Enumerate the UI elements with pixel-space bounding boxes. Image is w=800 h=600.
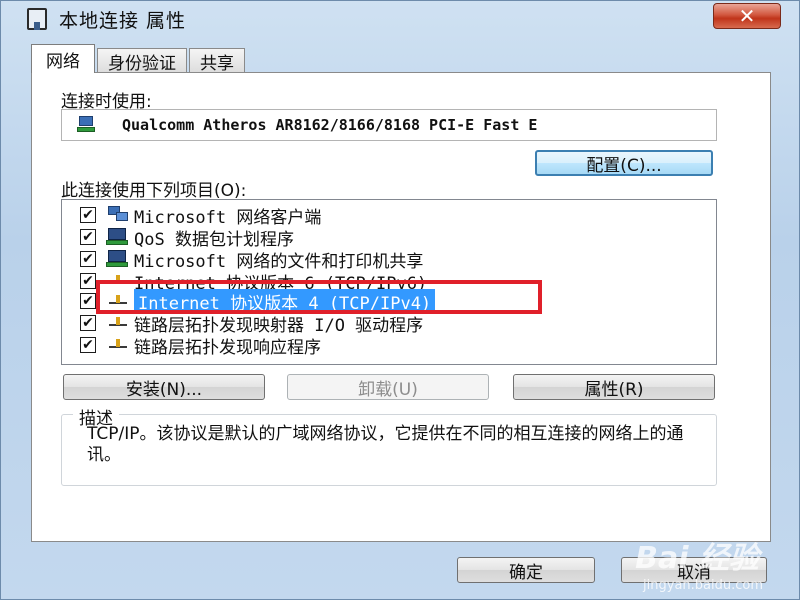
items-label: 此连接使用下列项目(O): <box>61 181 247 201</box>
list-item[interactable]: ✔ Microsoft 网络客户端 <box>62 204 716 228</box>
list-item[interactable]: ✔ 链路层拓扑发现响应程序 <box>62 334 716 358</box>
title-bar: 本地连接 属性 ✕ <box>1 1 800 37</box>
tab-sharing[interactable]: 共享 <box>189 48 245 74</box>
list-item[interactable]: ✔ Microsoft 网络的文件和打印机共享 <box>62 248 716 272</box>
file-printer-sharing-icon <box>106 250 130 268</box>
item-checkbox[interactable]: ✔ <box>80 293 96 309</box>
item-checkbox[interactable]: ✔ <box>80 315 96 331</box>
ok-button[interactable]: 确定 <box>457 557 595 583</box>
tab-network[interactable]: 网络 <box>31 44 95 73</box>
adapter-name: Qualcomm Atheros AR8162/8166/8168 PCI-E … <box>122 116 538 134</box>
item-checkbox[interactable]: ✔ <box>80 337 96 353</box>
window-title: 本地连接 属性 <box>59 9 187 32</box>
tab-authentication[interactable]: 身份验证 <box>97 48 187 74</box>
annotation-highlight-box <box>96 280 542 314</box>
adapter-field: Qualcomm Atheros AR8162/8166/8168 PCI-E … <box>61 109 717 141</box>
item-checkbox[interactable]: ✔ <box>80 229 96 245</box>
tab-strip: 网络 身份验证 共享 <box>31 44 247 74</box>
properties-dialog: 本地连接 属性 ✕ 网络 身份验证 共享 连接时使用: Qualcomm Ath… <box>0 0 800 600</box>
item-checkbox[interactable]: ✔ <box>80 251 96 267</box>
list-item[interactable]: ✔ QoS 数据包计划程序 <box>62 226 716 250</box>
watermark-url: jingyan.baidu.com <box>643 578 763 593</box>
configure-button[interactable]: 配置(C)... <box>535 150 713 176</box>
network-adapter-icon <box>76 115 96 135</box>
watermark-logo: Bai 经验 <box>635 541 759 576</box>
protocol-icon <box>106 314 130 332</box>
close-button[interactable]: ✕ <box>713 3 781 29</box>
network-client-icon <box>106 206 130 224</box>
close-icon: ✕ <box>738 4 756 28</box>
list-item[interactable]: ✔ 链路层拓扑发现映射器 I/O 驱动程序 <box>62 312 716 336</box>
item-label: 链路层拓扑发现响应程序 <box>134 337 321 358</box>
item-checkbox[interactable]: ✔ <box>80 273 96 289</box>
item-checkbox[interactable]: ✔ <box>80 207 96 223</box>
description-text: TCP/IP。该协议是默认的广域网络协议，它提供在不同的相互连接的网络上的通讯。 <box>87 424 684 465</box>
properties-button[interactable]: 属性(R) <box>513 374 715 400</box>
uninstall-button: 卸载(U) <box>287 374 489 400</box>
qos-scheduler-icon <box>106 228 130 246</box>
network-connection-icon <box>27 8 47 30</box>
install-button[interactable]: 安装(N)... <box>63 374 265 400</box>
protocol-icon <box>106 336 130 354</box>
